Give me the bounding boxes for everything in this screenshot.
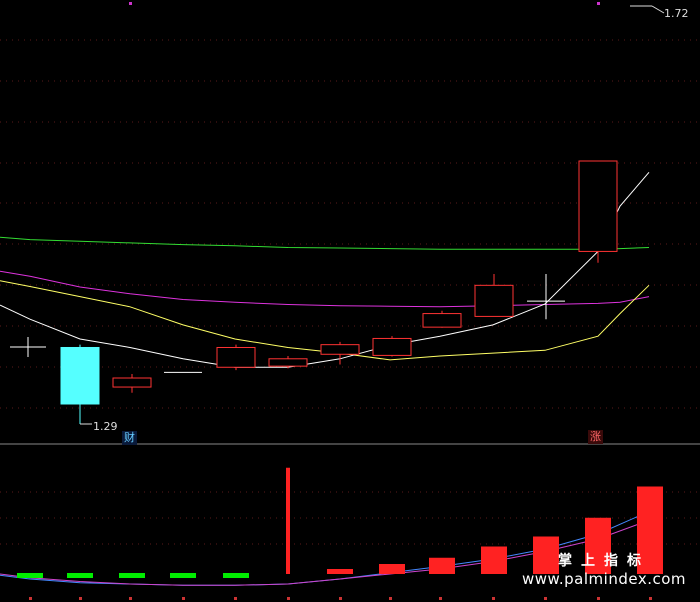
bottom-dot-12	[649, 597, 652, 600]
price-low-label: 1.29	[93, 420, 118, 433]
indicator-bar-7	[379, 564, 405, 574]
candle-body-0	[60, 346, 100, 405]
bottom-dot-4	[234, 597, 237, 600]
candle-body-7	[422, 313, 462, 328]
candle-body-3	[216, 346, 256, 368]
price-high-label: 1.72	[664, 7, 689, 20]
bottom-dot-11	[597, 597, 600, 600]
candle-body-10	[578, 160, 618, 252]
candle-body-8	[474, 284, 514, 317]
ma-line-3	[0, 171, 650, 368]
candle-body-1	[112, 377, 152, 388]
ma-line-0	[0, 236, 650, 250]
bottom-dot-6	[339, 597, 342, 600]
indicator-bar-9	[481, 546, 507, 574]
indicator-bar-5	[286, 467, 290, 574]
indicator-bar-4	[223, 573, 249, 578]
bottom-dot-5	[287, 597, 290, 600]
top-dot-0	[129, 2, 132, 5]
indicator-bar-0	[17, 573, 43, 578]
price-high-pointer-tip	[651, 5, 665, 14]
top-dot-1	[597, 2, 600, 5]
rise-badge: 涨	[588, 430, 603, 444]
candle-body-6	[372, 337, 412, 356]
indicator-bar-3	[170, 573, 196, 578]
bottom-dot-0	[29, 597, 32, 600]
bottom-dot-1	[79, 597, 82, 600]
indicator-bar-1	[67, 573, 93, 578]
bottom-dot-3	[182, 597, 185, 600]
finance-badge: 财	[122, 431, 137, 445]
candle-body-4	[268, 358, 308, 367]
bottom-dot-9	[492, 597, 495, 600]
indicator-bar-2	[119, 573, 145, 578]
indicator-bar-8	[429, 557, 455, 574]
stock-chart: 1.72 1.29	[0, 2, 700, 600]
watermark-url: www.palmindex.com	[521, 570, 686, 588]
candle-body-5	[320, 344, 360, 355]
bottom-dot-7	[389, 597, 392, 600]
indicator-bar-6	[327, 569, 353, 574]
bottom-dot-10	[544, 597, 547, 600]
bottom-dot-8	[439, 597, 442, 600]
watermark-title: 掌上指标	[557, 553, 650, 569]
bottom-dot-2	[129, 597, 132, 600]
watermark: 掌上指标 www.palmindex.com	[522, 550, 686, 588]
